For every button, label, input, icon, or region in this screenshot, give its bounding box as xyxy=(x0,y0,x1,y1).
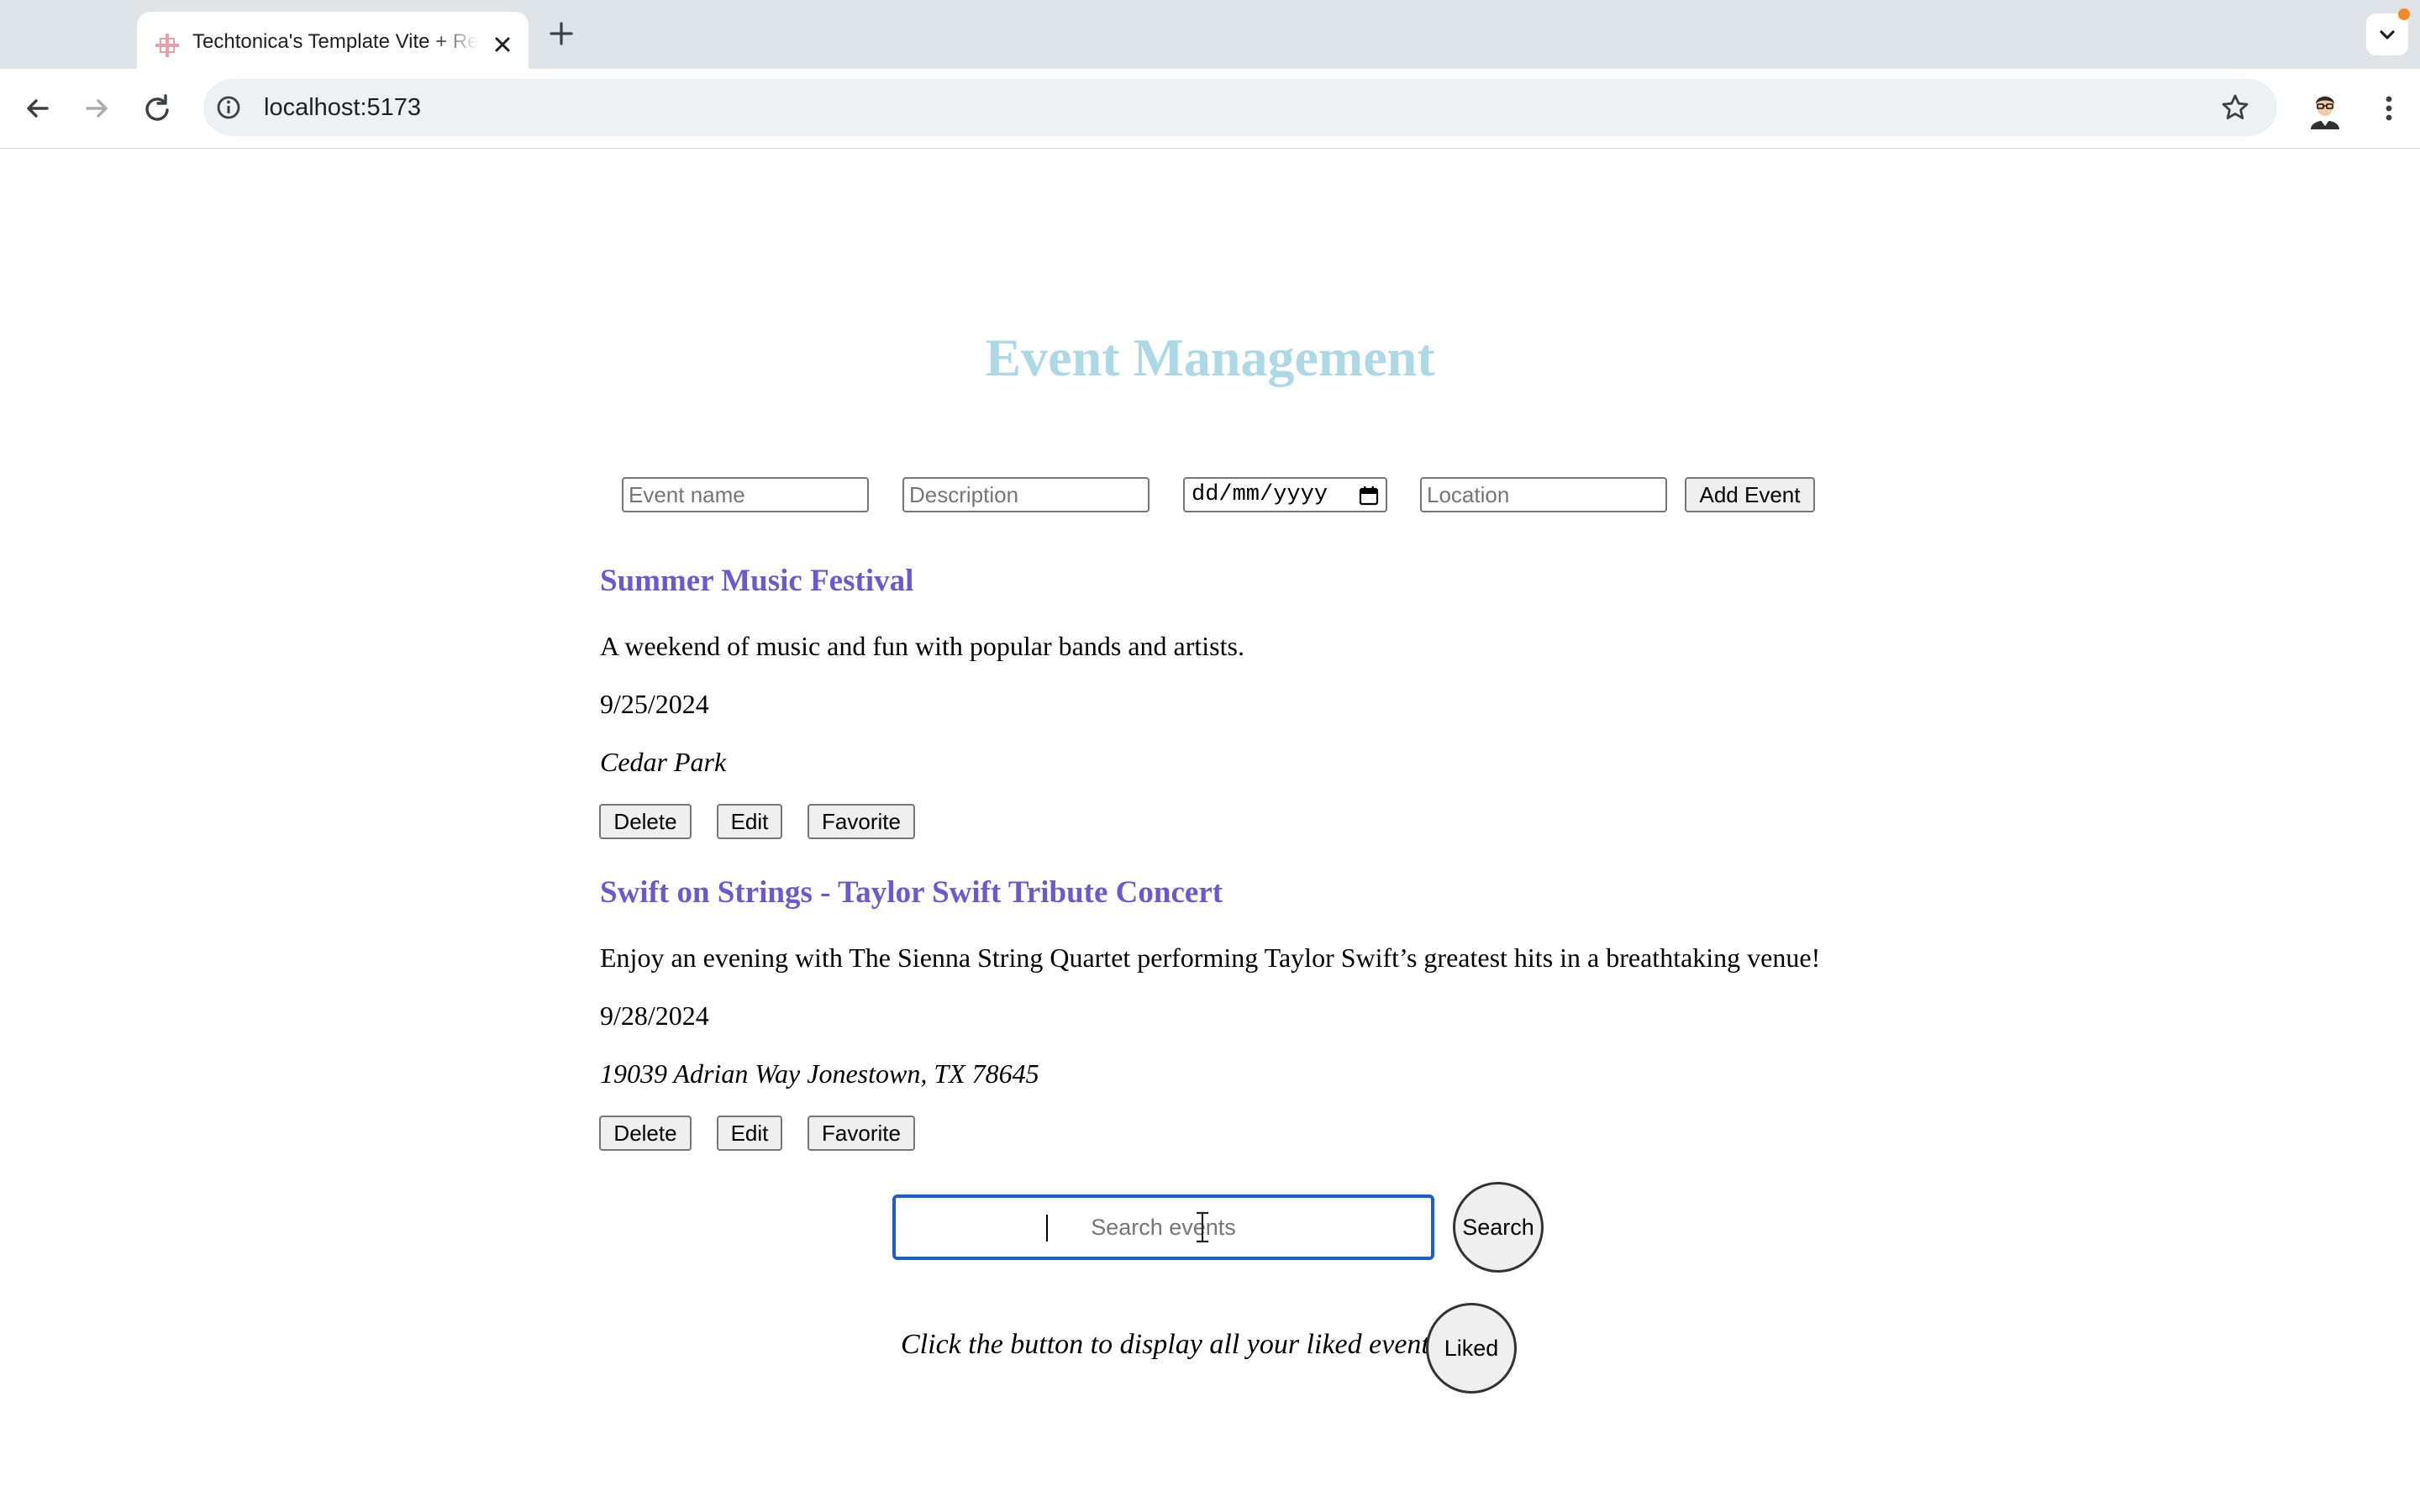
event-title: Swift on Strings - Taylor Swift Tribute … xyxy=(600,875,1223,910)
react-favicon-icon xyxy=(155,34,179,57)
liked-message: Click the button to display all your lik… xyxy=(901,1329,1450,1360)
forward-arrow-icon[interactable] xyxy=(77,89,116,128)
favorite-button[interactable]: Favorite xyxy=(808,804,915,839)
location-input[interactable] xyxy=(1420,477,1667,512)
favorite-button[interactable]: Favorite xyxy=(808,1116,915,1151)
star-icon[interactable] xyxy=(2220,92,2250,123)
event-location: Cedar Park xyxy=(600,747,727,777)
edit-button[interactable]: Edit xyxy=(717,1116,782,1151)
search-input[interactable] xyxy=(892,1194,1434,1260)
back-arrow-icon[interactable] xyxy=(18,89,57,128)
edit-button[interactable]: Edit xyxy=(717,804,782,839)
event-date: 9/25/2024 xyxy=(600,689,709,719)
delete-button[interactable]: Delete xyxy=(599,1116,692,1151)
browser-toolbar: localhost:5173 xyxy=(0,69,2420,149)
browser-tab-active[interactable]: Techtonica's Template Vite + React xyxy=(137,12,529,69)
event-description: A weekend of music and fun with popular … xyxy=(600,631,1244,661)
date-input[interactable]: dd/mm/yyyy xyxy=(1183,477,1387,512)
search-button[interactable]: Search xyxy=(1453,1182,1544,1273)
event-name-input[interactable] xyxy=(622,477,869,512)
text-cursor-icon xyxy=(1197,1211,1208,1243)
page-title: Event Management xyxy=(985,328,1435,387)
event-location: 19039 Adrian Way Jonestown, TX 78645 xyxy=(600,1058,1039,1089)
liked-button[interactable]: Liked xyxy=(1426,1303,1517,1394)
date-placeholder: dd/mm/yyyy xyxy=(1192,482,1328,507)
calendar-icon[interactable] xyxy=(1358,485,1380,507)
avatar-icon[interactable] xyxy=(2304,87,2346,129)
reload-icon[interactable] xyxy=(138,89,176,128)
url-text[interactable]: localhost:5173 xyxy=(264,79,421,136)
add-event-button[interactable]: Add Event xyxy=(1685,477,1815,512)
event-date: 9/28/2024 xyxy=(600,1000,709,1031)
tab-strip: Techtonica's Template Vite + React xyxy=(0,0,2420,69)
new-tab-icon[interactable] xyxy=(544,17,578,50)
chevron-down-icon xyxy=(2380,30,2395,39)
kebab-menu-icon[interactable] xyxy=(2370,89,2408,128)
tab-title: Techtonica's Template Vite + React xyxy=(192,30,478,53)
description-input[interactable] xyxy=(902,477,1150,512)
notification-dot xyxy=(2398,8,2410,20)
delete-button[interactable]: Delete xyxy=(599,804,692,839)
info-icon[interactable] xyxy=(213,92,244,123)
close-icon[interactable] xyxy=(488,30,517,59)
event-title: Summer Music Festival xyxy=(600,564,914,598)
address-bar[interactable]: localhost:5173 xyxy=(203,79,2277,136)
text-caret xyxy=(1046,1215,1048,1242)
event-description: Enjoy an evening with The Sienna String … xyxy=(600,942,1821,973)
